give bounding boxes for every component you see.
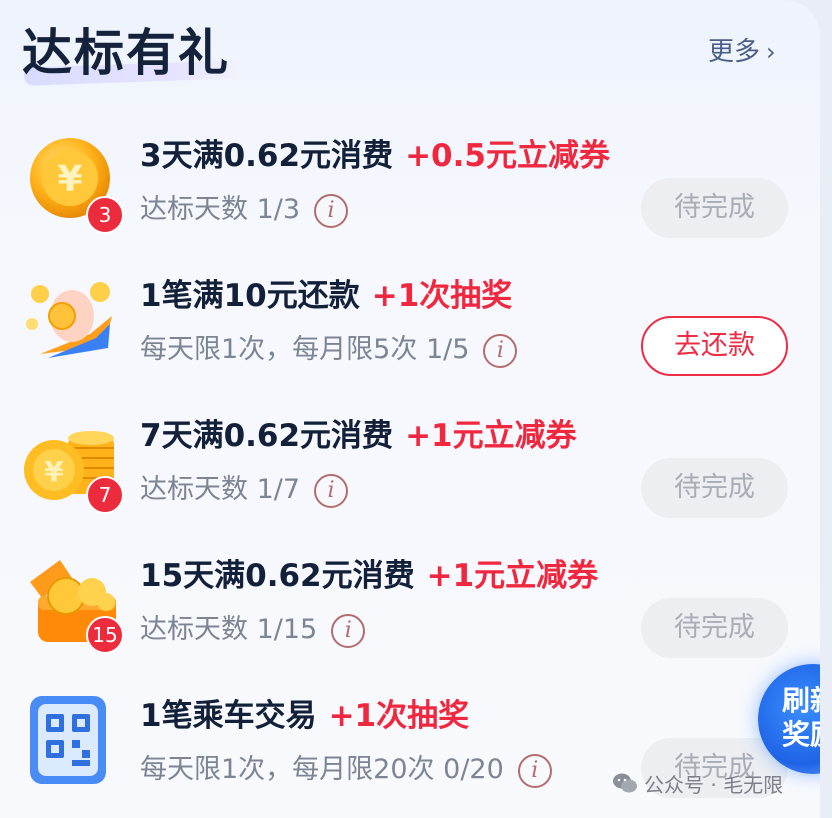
task-status-button[interactable]: 待完成: [641, 598, 788, 658]
task-title: 7天满0.62元消费 +1元立减券: [140, 418, 577, 454]
info-icon[interactable]: i: [331, 613, 366, 648]
more-label: 更多: [708, 37, 761, 67]
watermark-text: 公众号 · 毛无限: [644, 773, 784, 797]
task-progress: 达标天数 1/3 i: [140, 192, 349, 228]
task-progress: 每天限1次，每月限5次 1/5 i: [140, 332, 518, 368]
wechat-icon: [612, 772, 638, 802]
task-title: 3天满0.62元消费 +0.5元立减券: [140, 138, 610, 174]
task-reward: +1次抽奖: [371, 278, 513, 314]
chevron-right-icon: ›: [766, 38, 776, 66]
task-progress: 达标天数 1/7 i: [140, 472, 349, 508]
task-title: 1笔满10元还款 +1次抽奖: [140, 278, 513, 314]
task-reward: +1次抽奖: [328, 698, 470, 734]
hand-coins-icon: [20, 276, 124, 376]
count-badge: 15: [86, 616, 124, 654]
task-reward: +0.5元立减券: [405, 138, 610, 174]
more-link[interactable]: 更多 ›: [708, 34, 776, 70]
info-icon[interactable]: i: [483, 333, 518, 368]
task-title: 15天满0.62元消费 +1元立减券: [140, 558, 599, 594]
task-row: 1笔满10元还款 +1次抽奖 每天限1次，每月限5次 1/5 i 去还款: [0, 264, 820, 404]
info-icon[interactable]: i: [517, 753, 552, 788]
task-row: ¥ 7 7天满0.62元消费 +1元立减券 达标天数 1/7 i 待完成: [0, 404, 820, 544]
repay-button[interactable]: 去还款: [641, 316, 788, 376]
qr-code-icon: [20, 694, 124, 794]
svg-text:¥: ¥: [57, 159, 82, 200]
refresh-reward-line2: 奖励: [782, 718, 820, 751]
task-reward: +1元立减券: [405, 418, 577, 454]
refresh-reward-line1: 刷新: [782, 684, 820, 717]
task-progress: 达标天数 1/15 i: [140, 612, 366, 648]
section-title: 达标有礼: [22, 24, 230, 82]
task-row: 15 15天满0.62元消费 +1元立减券 达标天数 1/15 i 待完成: [0, 544, 820, 684]
svg-text:¥: ¥: [44, 455, 64, 488]
task-status-button[interactable]: 待完成: [641, 458, 788, 518]
count-badge: 7: [86, 476, 124, 514]
task-reward: +1元立减券: [426, 558, 599, 594]
rewards-card: 达标有礼 更多 › ¥ 3 3天满0.62元消费 +0.5元立减券 达标天数 1/3…: [0, 0, 820, 818]
watermark: 公众号 · 毛无限: [612, 770, 783, 802]
task-row: ¥ 3 3天满0.62元消费 +0.5元立减券 达标天数 1/3 i 待完成: [0, 124, 820, 264]
info-icon[interactable]: i: [314, 473, 349, 508]
task-progress: 每天限1次，每月限20次 0/20 i: [140, 752, 552, 788]
task-status-button[interactable]: 待完成: [641, 178, 788, 238]
info-icon[interactable]: i: [314, 193, 349, 228]
task-title: 1笔乘车交易 +1次抽奖: [140, 698, 470, 734]
section-header: 达标有礼: [22, 24, 243, 88]
count-badge: 3: [86, 196, 124, 234]
